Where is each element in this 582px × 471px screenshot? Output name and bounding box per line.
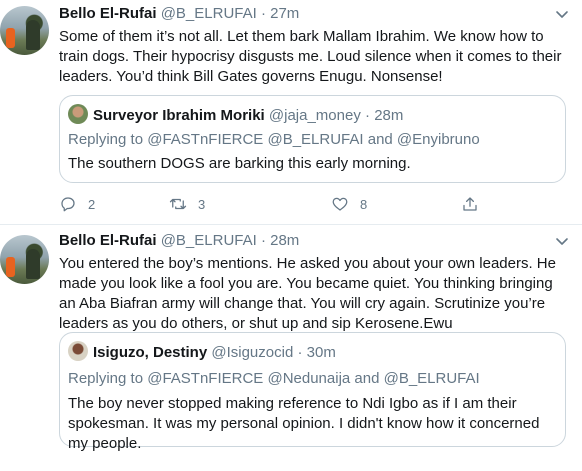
tweet[interactable]: Bello El-Rufai @B_ELRUFAI · 27m Some of … (0, 0, 582, 225)
quoted-tweet-text: The boy never stopped making reference t… (68, 395, 540, 452)
reply-count: 2 (88, 196, 96, 212)
author-handle[interactable]: @B_ELRUFAI (161, 5, 257, 22)
reply-icon (61, 197, 75, 212)
separator-dot: · (297, 344, 303, 361)
quoted-author-name: Isiguzo, Destiny (93, 344, 208, 361)
quoted-tweet[interactable]: Isiguzo, Destiny @Isiguzocid · 30m Reply… (59, 332, 566, 452)
like-count: 8 (360, 196, 368, 212)
tweet-text: You entered the boy’s mentions. He asked… (59, 255, 556, 332)
separator-dot: · (365, 107, 371, 124)
tweet-actions: 2 3 8 (59, 193, 499, 215)
author-handle[interactable]: @B_ELRUFAI (161, 232, 257, 249)
avatar[interactable] (0, 235, 49, 284)
chevron-down-icon[interactable] (554, 233, 570, 249)
like-icon (332, 197, 348, 211)
author-name[interactable]: Bello El-Rufai (59, 5, 157, 22)
tweet-text: Some of them it’s not all. Let them bark… (59, 28, 562, 85)
quoted-timestamp: 28m (374, 107, 404, 124)
like-button[interactable]: 8 (331, 193, 367, 215)
retweet-count: 3 (198, 196, 206, 212)
separator-dot: · (260, 232, 266, 249)
quoted-tweet[interactable]: Surveyor Ibrahim Moriki @jaja_money · 28… (59, 95, 566, 183)
quoted-tweet-header: Isiguzo, Destiny @Isiguzocid · 30m (68, 341, 336, 363)
author-name[interactable]: Bello El-Rufai (59, 232, 157, 249)
chevron-down-icon[interactable] (554, 6, 570, 22)
timestamp[interactable]: 28m (270, 232, 299, 249)
tweet-header: Bello El-Rufai @B_ELRUFAI · 28m (59, 231, 299, 251)
timestamp[interactable]: 27m (270, 5, 299, 22)
avatar (68, 341, 88, 361)
avatar (68, 104, 88, 124)
quoted-author-name: Surveyor Ibrahim Moriki (93, 107, 265, 124)
quoted-author-handle: @jaja_money (268, 107, 361, 124)
replying-to: Replying to @FASTnFIERCE @Nedunaija and … (68, 370, 480, 387)
reply-button[interactable]: 2 (59, 193, 95, 215)
quoted-tweet-header: Surveyor Ibrahim Moriki @jaja_money · 28… (68, 104, 403, 126)
share-button[interactable] (461, 193, 479, 215)
retweet-button[interactable]: 3 (169, 193, 205, 215)
tweet-header: Bello El-Rufai @B_ELRUFAI · 27m (59, 4, 299, 24)
tweet[interactable]: Bello El-Rufai @B_ELRUFAI · 28m You ente… (0, 225, 582, 471)
share-icon (463, 197, 477, 211)
quoted-tweet-text: The southern DOGS are barking this early… (68, 155, 411, 172)
quoted-author-handle: @Isiguzocid (211, 344, 294, 361)
avatar[interactable] (0, 6, 49, 55)
retweet-icon (169, 198, 187, 210)
quoted-timestamp: 30m (306, 344, 336, 361)
separator-dot: · (260, 5, 266, 22)
replying-to: Replying to @FASTnFIERCE @B_ELRUFAI and … (68, 131, 480, 148)
